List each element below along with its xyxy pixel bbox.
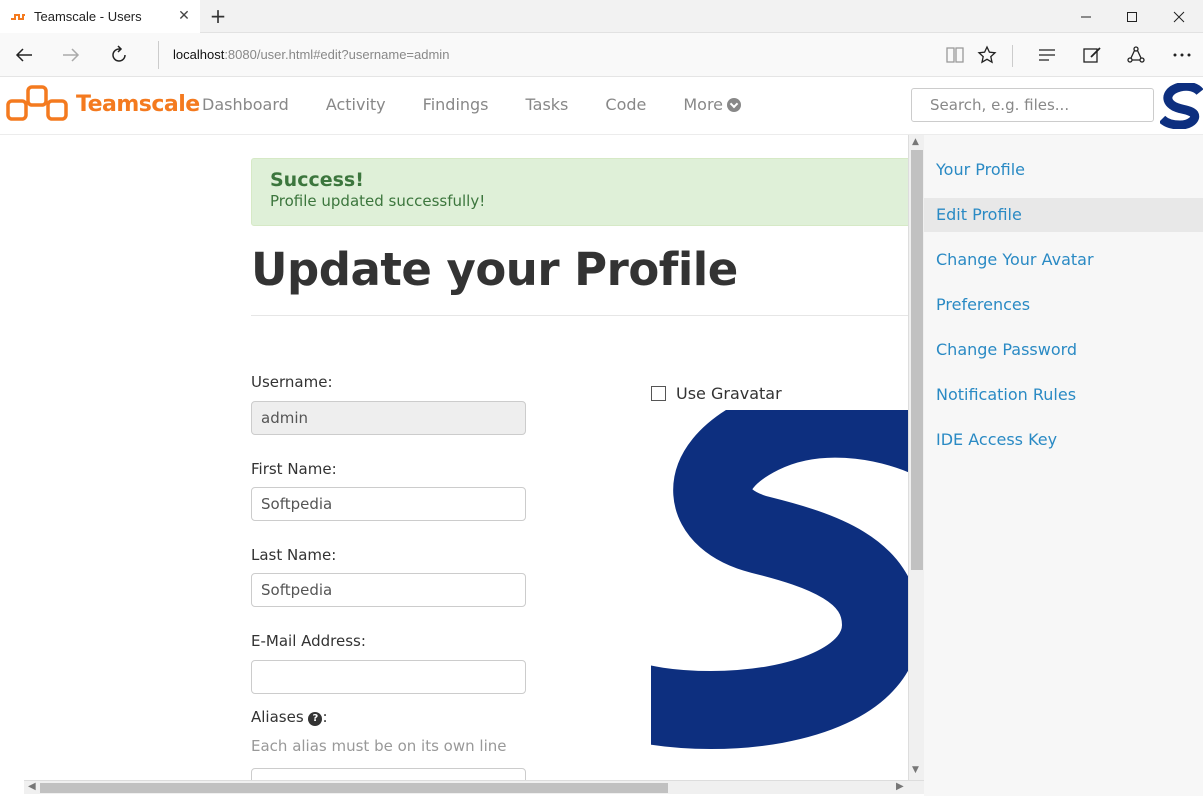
- alert-title: Success!: [270, 169, 364, 191]
- nav-code[interactable]: Code: [605, 95, 646, 114]
- scroll-down-arrow-icon[interactable]: ▼: [912, 765, 919, 775]
- sidebar-item-change-avatar[interactable]: Change Your Avatar: [924, 243, 1203, 277]
- new-tab-icon[interactable]: +: [205, 4, 231, 30]
- title-divider: [251, 315, 908, 316]
- browser-tab[interactable]: Teamscale - Users ✕: [0, 0, 200, 33]
- scroll-up-arrow-icon[interactable]: ▲: [912, 137, 919, 147]
- close-tab-icon[interactable]: ✕: [176, 8, 192, 24]
- favorite-star-icon[interactable]: [972, 40, 1002, 70]
- tab-title: Teamscale - Users: [34, 9, 142, 24]
- last-name-field[interactable]: [251, 573, 526, 607]
- nav-dashboard[interactable]: Dashboard: [202, 95, 289, 114]
- chevron-down-circle-icon: [727, 97, 742, 112]
- aliases-label-text: Aliases: [251, 708, 304, 726]
- sidebar-item-edit-profile[interactable]: Edit Profile: [924, 198, 1203, 232]
- scroll-right-arrow-icon[interactable]: ▶: [896, 781, 904, 792]
- sidebar-item-preferences[interactable]: Preferences: [924, 288, 1203, 322]
- teamscale-favicon-icon: [11, 13, 25, 20]
- forward-arrow-icon[interactable]: [55, 39, 87, 71]
- maximize-icon[interactable]: [1109, 0, 1155, 33]
- bottom-strip: [0, 780, 24, 796]
- use-gravatar-checkbox[interactable]: [651, 386, 666, 401]
- window-close-icon[interactable]: [1156, 0, 1202, 33]
- back-arrow-icon[interactable]: [8, 39, 40, 71]
- share-icon[interactable]: [1121, 40, 1151, 70]
- address-path: :8080/user.html#edit?username=admin: [224, 47, 450, 62]
- username-field[interactable]: [251, 401, 526, 435]
- nav-findings[interactable]: Findings: [423, 95, 489, 114]
- more-dots-icon[interactable]: [1167, 40, 1197, 70]
- nav-activity[interactable]: Activity: [326, 95, 386, 114]
- use-gravatar-label: Use Gravatar: [676, 384, 782, 403]
- toolbar-divider: [1012, 45, 1013, 67]
- teamscale-logo-icon: [6, 85, 68, 121]
- username-label: Username:: [251, 373, 333, 391]
- scroll-left-arrow-icon[interactable]: ◀: [28, 781, 36, 792]
- address-bar[interactable]: localhost:8080/user.html#edit?username=a…: [158, 41, 938, 69]
- sidebar-item-notification-rules[interactable]: Notification Rules: [924, 378, 1203, 412]
- avatar-s-icon: [1160, 83, 1203, 129]
- address-host: localhost: [173, 47, 225, 62]
- logo-text: Teamscale: [76, 91, 200, 117]
- sidebar-item-ide-access-key[interactable]: IDE Access Key: [924, 423, 1203, 457]
- last-name-label: Last Name:: [251, 546, 337, 564]
- app-header: Teamscale Dashboard Activity Findings Ta…: [0, 77, 1203, 135]
- email-label: E-Mail Address:: [251, 632, 366, 650]
- page-title: Update your Profile: [251, 243, 738, 296]
- aliases-label: Aliases ?:: [251, 708, 328, 726]
- aliases-textarea[interactable]: [251, 768, 526, 780]
- vertical-scrollbar[interactable]: ▲ ▼: [908, 135, 924, 780]
- success-alert: Success! Profile updated successfully!: [251, 158, 908, 226]
- nav-tasks[interactable]: Tasks: [526, 95, 569, 114]
- teamscale-logo[interactable]: Teamscale: [6, 85, 200, 123]
- reading-view-icon[interactable]: [940, 40, 970, 70]
- nav-more[interactable]: More: [683, 95, 742, 114]
- web-note-icon[interactable]: [1077, 40, 1107, 70]
- email-field[interactable]: [251, 660, 526, 694]
- first-name-label: First Name:: [251, 460, 337, 478]
- minimize-icon[interactable]: [1063, 0, 1109, 33]
- horizontal-scrollbar[interactable]: ◀ ▶: [24, 780, 924, 794]
- sidebar-item-your-profile[interactable]: Your Profile: [924, 153, 1203, 187]
- alert-message: Profile updated successfully!: [270, 192, 486, 210]
- search-input[interactable]: [911, 88, 1154, 122]
- browser-nav-bar: localhost:8080/user.html#edit?username=a…: [0, 33, 1203, 77]
- profile-sidebar: Your Profile Edit Profile Change Your Av…: [924, 135, 1203, 796]
- main-nav: Dashboard Activity Findings Tasks Code M…: [202, 95, 778, 114]
- main-content: Success! Profile updated successfully! U…: [0, 135, 908, 780]
- vertical-scroll-thumb[interactable]: [911, 150, 923, 570]
- horizontal-scroll-thumb[interactable]: [40, 783, 668, 793]
- use-gravatar-row[interactable]: Use Gravatar: [651, 384, 782, 403]
- nav-more-label: More: [683, 95, 724, 114]
- hub-icon[interactable]: [1032, 40, 1062, 70]
- question-circle-icon[interactable]: ?: [308, 712, 323, 726]
- aliases-label-colon: :: [322, 708, 328, 726]
- aliases-help: Each alias must be on its own line: [251, 737, 507, 755]
- user-avatar[interactable]: [1160, 83, 1203, 129]
- sidebar-item-change-password[interactable]: Change Password: [924, 333, 1203, 367]
- avatar-preview: [651, 410, 908, 780]
- browser-tab-bar: Teamscale - Users ✕ +: [0, 0, 1203, 33]
- avatar-s-large-icon: [651, 410, 908, 750]
- first-name-field[interactable]: [251, 487, 526, 521]
- refresh-icon[interactable]: [103, 39, 135, 71]
